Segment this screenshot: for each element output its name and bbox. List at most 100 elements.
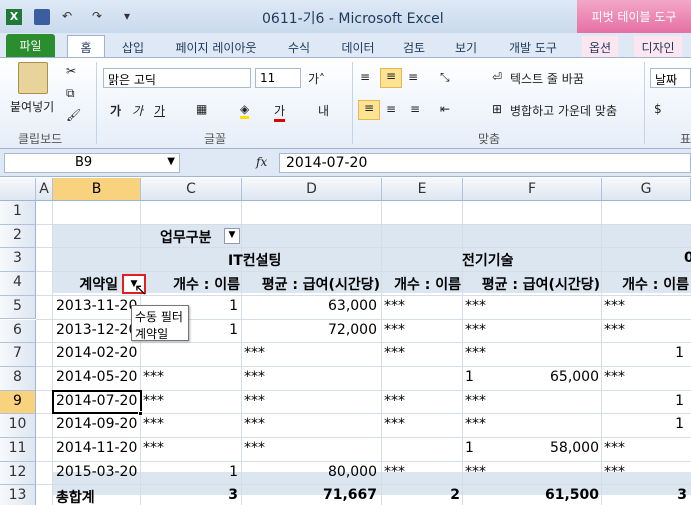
- tab-data[interactable]: 데이터: [338, 36, 378, 57]
- cell-d[interactable]: [242, 414, 377, 437]
- row-label-date[interactable]: 2014-05-20: [56, 367, 140, 390]
- row-header[interactable]: 4: [0, 272, 36, 296]
- align-middle-icon[interactable]: ≡: [380, 68, 402, 88]
- cell-d[interactable]: [242, 438, 377, 461]
- font-name-combo[interactable]: 맑은 고딕: [103, 68, 251, 88]
- grow-font-icon[interactable]: 가˄: [308, 70, 325, 87]
- indent-icon[interactable]: ⇤: [440, 102, 450, 116]
- row-header[interactable]: 5: [0, 295, 36, 320]
- paste-icon[interactable]: [18, 62, 48, 94]
- column-header-A[interactable]: A: [36, 178, 53, 201]
- cell-c[interactable]: [141, 391, 238, 414]
- pivot-group-it[interactable]: IT컨설팅: [228, 248, 298, 271]
- cell-f[interactable]: [463, 343, 599, 366]
- cell-f[interactable]: [463, 462, 599, 485]
- row-header[interactable]: 3: [0, 248, 36, 273]
- border-icon[interactable]: ▦: [196, 102, 207, 116]
- cell-d[interactable]: [242, 343, 377, 366]
- row-header[interactable]: 2: [0, 224, 36, 249]
- cell-d[interactable]: [242, 367, 377, 390]
- font-size-combo[interactable]: 11: [255, 68, 301, 88]
- align-left-icon[interactable]: ≡: [358, 100, 380, 120]
- cell-d[interactable]: 63,000: [242, 296, 377, 319]
- pivot-group-elec[interactable]: 전기기술: [462, 248, 542, 271]
- align-right-icon[interactable]: ≡: [410, 102, 420, 116]
- header-count-1[interactable]: 개수 : 이름: [141, 272, 240, 295]
- name-box[interactable]: B9 ▼: [4, 153, 180, 173]
- cell-g-right[interactable]: [604, 438, 684, 461]
- align-top-icon[interactable]: ≡: [360, 70, 370, 84]
- paste-button[interactable]: 붙여넣기: [10, 98, 54, 115]
- cell-c[interactable]: [141, 438, 238, 461]
- cell-g-right[interactable]: [604, 296, 684, 319]
- total-e[interactable]: 2: [382, 485, 460, 505]
- fx-icon[interactable]: fx: [256, 155, 267, 169]
- fill-handle[interactable]: [138, 411, 143, 417]
- cut-icon[interactable]: ✂: [66, 64, 76, 78]
- underline-icon[interactable]: 가: [154, 102, 165, 119]
- cell-e[interactable]: [384, 367, 424, 390]
- row-label-date[interactable]: 2013-12-20: [56, 320, 140, 343]
- tab-options[interactable]: 옵션: [582, 36, 618, 57]
- cell-f[interactable]: [463, 391, 599, 414]
- undo-icon[interactable]: ↶: [58, 9, 76, 25]
- pivot-col-field[interactable]: 업무구분: [160, 225, 230, 248]
- redo-icon[interactable]: ↷: [88, 9, 106, 25]
- spreadsheet-grid[interactable]: A B C D E F G 1 2 3 4 5 6 7 8 9 10 11 12 13 업무구분 ▼ IT컨설…: [0, 178, 691, 505]
- cell-g-right[interactable]: [604, 462, 684, 485]
- cell-c[interactable]: 1: [141, 462, 238, 485]
- select-all-corner[interactable]: [0, 178, 36, 201]
- cell-d[interactable]: 72,000: [242, 320, 377, 343]
- tab-home[interactable]: 홈: [67, 35, 105, 57]
- number-format-combo[interactable]: 날짜: [650, 68, 691, 88]
- tab-file[interactable]: 파일: [6, 34, 55, 57]
- header-count-2[interactable]: 개수 : 이름: [382, 272, 461, 295]
- align-center-icon[interactable]: ≡: [386, 102, 396, 116]
- row-header[interactable]: 13: [0, 485, 36, 505]
- wrap-text-icon[interactable]: ⏎: [492, 70, 502, 84]
- header-avg-1[interactable]: 평균 : 급여(시간당): [242, 272, 380, 295]
- total-f[interactable]: 61,500: [463, 485, 599, 505]
- tab-review[interactable]: 검토: [399, 36, 429, 57]
- total-g[interactable]: 3: [602, 485, 687, 505]
- cell-g-right[interactable]: [604, 320, 684, 343]
- column-header-G[interactable]: G: [602, 178, 691, 201]
- italic-icon[interactable]: 가: [132, 102, 143, 119]
- chevron-down-icon[interactable]: ▼: [167, 156, 175, 167]
- tab-developer[interactable]: 개발 도구: [502, 36, 564, 57]
- row-header[interactable]: 10: [0, 414, 36, 438]
- tab-formulas[interactable]: 수식: [282, 36, 316, 57]
- format-painter-icon[interactable]: 🖌: [66, 108, 81, 122]
- cell-e[interactable]: ***: [384, 343, 424, 366]
- fill-color-icon[interactable]: ◈: [240, 102, 250, 119]
- formula-input[interactable]: 2014-07-20: [279, 153, 691, 173]
- row-header[interactable]: 7: [0, 343, 36, 367]
- column-header-D[interactable]: D: [242, 178, 382, 201]
- tab-view[interactable]: 보기: [451, 36, 481, 57]
- pivot-row-field[interactable]: 계약일: [68, 272, 118, 295]
- total-c[interactable]: 3: [141, 485, 238, 505]
- row-header[interactable]: 1: [0, 201, 36, 225]
- pivot-group-3[interactable]: 0: [684, 248, 691, 271]
- cell-e[interactable]: ***: [384, 414, 424, 437]
- row-label-date[interactable]: 2014-11-20: [56, 438, 140, 461]
- row-label-date[interactable]: 2013-11-20: [56, 296, 140, 319]
- tab-insert[interactable]: 삽입: [117, 36, 149, 57]
- cell-e[interactable]: ***: [384, 320, 424, 343]
- customize-qat-icon[interactable]: ▾: [120, 9, 134, 25]
- header-avg-2[interactable]: 평균 : 급여(시간당): [463, 272, 600, 295]
- save-icon[interactable]: [34, 9, 50, 25]
- merge-center-button[interactable]: 병합하고 가운데 맞춤: [510, 102, 617, 119]
- cell-f[interactable]: [463, 414, 599, 437]
- header-count-3[interactable]: 개수 : 이름: [602, 272, 689, 295]
- column-header-B[interactable]: B: [53, 178, 141, 201]
- cell-g-right[interactable]: 1: [604, 414, 684, 437]
- cell-d[interactable]: 80,000: [242, 462, 377, 485]
- cell-c[interactable]: [141, 414, 238, 437]
- column-header-F[interactable]: F: [463, 178, 602, 201]
- total-label[interactable]: 총합계: [56, 485, 136, 505]
- align-bottom-icon[interactable]: ≡: [408, 70, 418, 84]
- tab-page-layout[interactable]: 페이지 레이아웃: [166, 36, 266, 57]
- cell-e[interactable]: ***: [384, 462, 424, 485]
- row-header[interactable]: 9: [0, 390, 36, 415]
